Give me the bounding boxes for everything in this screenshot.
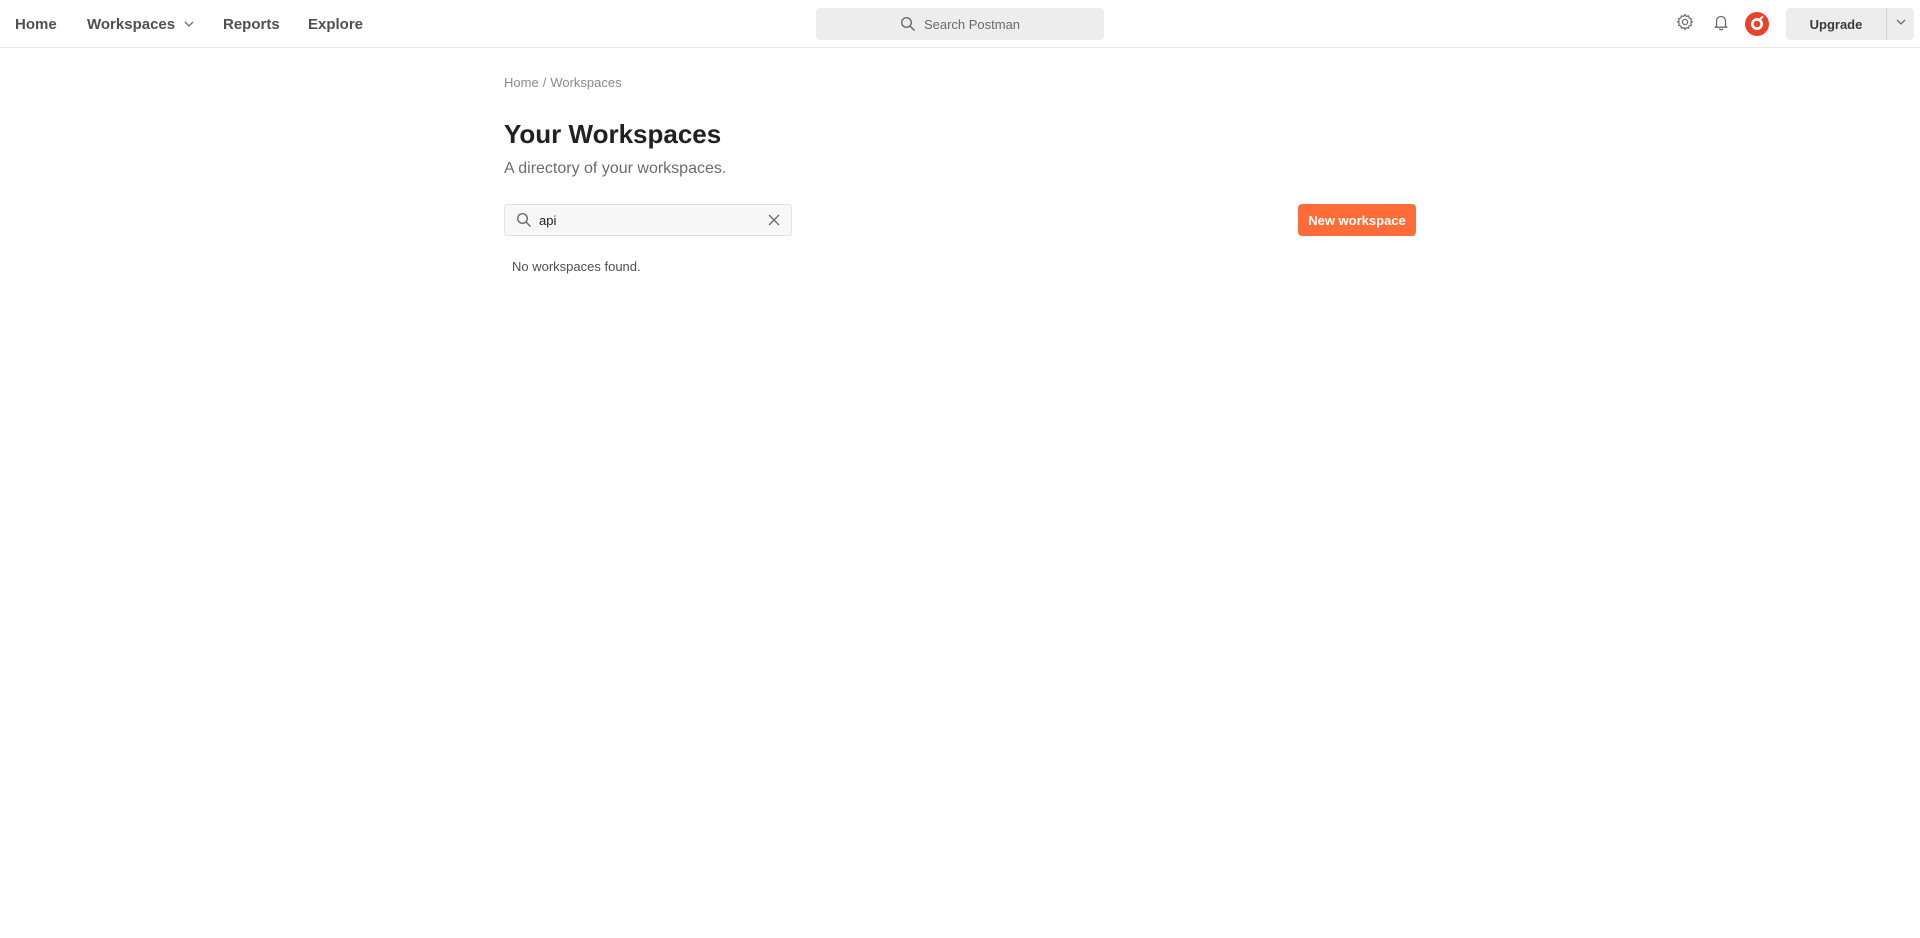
- close-icon[interactable]: [767, 213, 781, 227]
- search-icon: [900, 16, 916, 32]
- upgrade-label: Upgrade: [1809, 16, 1863, 32]
- breadcrumb: Home / Workspaces: [504, 75, 622, 90]
- nav-home-label: Home: [15, 15, 57, 33]
- settings-button[interactable]: [1673, 12, 1697, 36]
- nav-explore[interactable]: Explore: [308, 0, 363, 48]
- bell-icon: [1712, 13, 1730, 36]
- workspace-search-box: [504, 204, 792, 236]
- workspace-search-input[interactable]: [539, 206, 759, 234]
- chevron-down-icon: [183, 18, 195, 30]
- nav-reports-label: Reports: [223, 15, 280, 33]
- user-avatar-button[interactable]: [1745, 12, 1769, 36]
- upgrade-button-group: Upgrade: [1786, 8, 1914, 40]
- notifications-button[interactable]: [1709, 12, 1733, 36]
- nav-workspaces[interactable]: Workspaces: [87, 0, 195, 48]
- empty-results-message: No workspaces found.: [512, 259, 641, 274]
- new-workspace-label: New workspace: [1308, 212, 1406, 228]
- new-workspace-button[interactable]: New workspace: [1298, 204, 1416, 236]
- upgrade-button[interactable]: Upgrade: [1786, 8, 1886, 40]
- nav-workspaces-label: Workspaces: [87, 15, 176, 33]
- avatar-icon: [1745, 12, 1769, 36]
- global-search-input[interactable]: Search Postman: [816, 8, 1104, 40]
- global-search-placeholder: Search Postman: [923, 16, 1021, 32]
- breadcrumb-home[interactable]: Home: [504, 75, 539, 90]
- chevron-down-icon: [1895, 15, 1907, 33]
- gear-icon: [1676, 13, 1694, 36]
- nav-home[interactable]: Home: [15, 0, 57, 48]
- top-navigation-bar: Home Workspaces Reports Explore Search P…: [0, 0, 1920, 48]
- breadcrumb-separator: /: [542, 75, 547, 90]
- nav-reports[interactable]: Reports: [223, 0, 280, 48]
- page-title: Your Workspaces: [504, 119, 722, 149]
- nav-explore-label: Explore: [308, 15, 364, 33]
- breadcrumb-workspaces[interactable]: Workspaces: [550, 75, 621, 90]
- page-subtitle: A directory of your workspaces.: [504, 160, 727, 177]
- search-icon: [516, 212, 532, 228]
- upgrade-options-button[interactable]: [1886, 8, 1914, 40]
